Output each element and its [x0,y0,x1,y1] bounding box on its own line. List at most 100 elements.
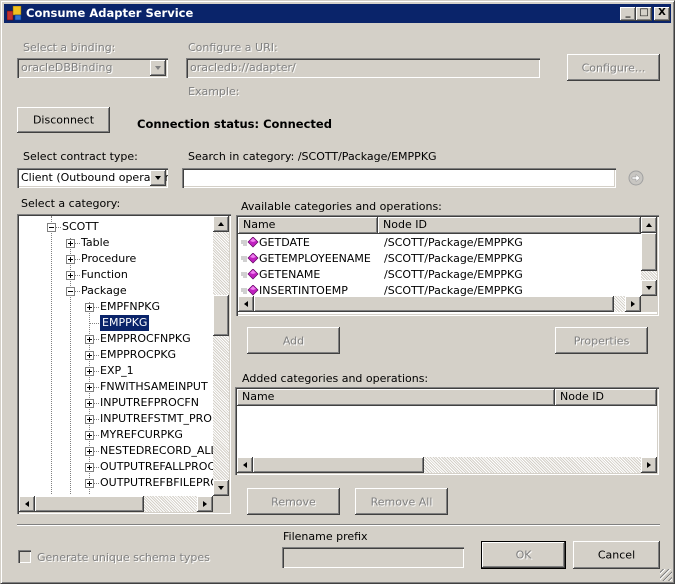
contract-dropdown-button[interactable] [150,170,166,186]
tree-item[interactable]: INPUTREFSTMT_PRO [19,411,213,427]
expand-icon[interactable] [85,431,94,440]
filename-prefix-label: Filename prefix [283,530,368,543]
tree-item[interactable]: EMPPROCFNPKG [19,331,213,347]
added-label: Added categories and operations: [242,372,429,385]
tree-item[interactable]: INPUTREFPROCFN [19,395,213,411]
expand-icon[interactable] [85,463,94,472]
collapse-icon[interactable] [47,223,56,232]
binding-dropdown-button[interactable] [150,60,166,76]
expand-icon[interactable] [85,479,94,488]
tree-item-label: Table [81,236,110,249]
expand-icon[interactable] [66,255,75,264]
tree-scroll-thumb[interactable] [213,295,229,336]
available-scroll-thumb[interactable] [641,233,657,271]
tree-vertical-scrollbar[interactable] [213,216,229,496]
properties-button[interactable]: Properties [555,327,648,354]
added-hscroll-thumb[interactable] [253,457,424,473]
category-tree[interactable]: SCOTT Table Procedure Function Package EMPFNP… [17,214,231,514]
scroll-right-button[interactable] [641,457,657,473]
tree-item[interactable]: Procedure [19,251,213,267]
available-hscroll-thumb[interactable] [254,296,614,312]
column-header-node-id[interactable]: Node ID [378,217,641,234]
maximize-button[interactable]: □ [636,7,652,21]
scroll-left-button[interactable] [19,496,35,512]
tree-item[interactable]: Table [19,235,213,251]
scroll-left-button[interactable] [238,296,254,312]
expand-icon[interactable] [66,239,75,248]
tree-item[interactable]: MYREFCURPKG [19,427,213,443]
table-row[interactable]: GETDATE/SCOTT/Package/EMPPKG [238,234,641,251]
table-row[interactable]: INSERTINTOEMP/SCOTT/Package/EMPPKG [238,282,641,296]
tree-item-label: INPUTREFPROCFN [100,396,199,409]
contract-type-select[interactable]: Client (Outbound operations) [17,168,168,188]
available-rows: GETDATE/SCOTT/Package/EMPPKG GETEMPLOYEEN… [238,234,641,296]
column-header-node-id[interactable]: Node ID [555,389,657,406]
added-horizontal-scrollbar[interactable] [237,457,657,473]
expand-icon[interactable] [85,303,94,312]
table-row[interactable]: GETEMPLOYEENAME/SCOTT/Package/EMPPKG [238,250,641,267]
arrow-down-icon [645,286,652,290]
scroll-up-button[interactable] [641,217,657,233]
scroll-up-button[interactable] [213,216,229,232]
expand-icon[interactable] [85,447,94,456]
generate-unique-checkbox[interactable] [18,550,31,563]
scroll-left-button[interactable] [237,457,253,473]
tree-item[interactable]: OUTPUTREFALLPROC [19,459,213,475]
tree-item[interactable]: Package [19,283,213,299]
expand-icon[interactable] [85,335,94,344]
arrow-left-icon [243,461,247,468]
tree-item[interactable]: EXP_1 [19,363,213,379]
tree-item-label: MYREFCURPKG [100,428,183,441]
tree-hscroll-thumb[interactable] [35,496,144,512]
expand-icon[interactable] [85,399,94,408]
collapse-icon[interactable] [66,287,75,296]
tree-item[interactable]: FNWITHSAMEINPUT [19,379,213,395]
configure-button[interactable]: Configure... [567,54,660,81]
tree-item[interactable]: EMPFNPKG [19,299,213,315]
filename-prefix-input[interactable] [282,547,464,568]
add-button[interactable]: Add [247,327,340,354]
remove-all-button[interactable]: Remove All [355,488,448,515]
tree-item[interactable]: Function [19,267,213,283]
tree-item[interactable]: NESTEDRECORD_ALL [19,443,213,459]
search-go-icon[interactable] [628,170,644,186]
title-bar[interactable]: Consume Adapter Service _ □ X [4,4,671,23]
minimize-button[interactable]: _ [620,7,636,21]
operation-name: INSERTINTOEMP [259,284,348,296]
available-operations-list[interactable]: Name Node ID GETDATE/SCOTT/Package/EMPPK… [236,215,659,316]
expand-icon[interactable] [85,351,94,360]
column-header-name[interactable]: Name [238,217,378,234]
resize-grip[interactable] [660,569,672,581]
operation-name: GETEMPLOYEENAME [259,252,371,265]
column-header-name[interactable]: Name [237,389,555,406]
expand-icon[interactable] [85,383,94,392]
contract-type-label: Select contract type: [23,150,138,163]
scroll-down-button[interactable] [213,480,229,496]
operation-name: GETDATE [259,236,310,249]
uri-input[interactable]: oracledb://adapter/ [186,58,540,78]
expand-icon[interactable] [85,367,94,376]
available-vertical-scrollbar[interactable] [641,217,657,296]
tree-item[interactable]: OUTPUTREFBLOBPRO [19,491,213,494]
expand-icon[interactable] [66,271,75,280]
binding-select[interactable]: oracleDBBinding [17,58,168,78]
expand-icon[interactable] [85,415,94,424]
tree-item[interactable]: OUTPUTREFBFILEPRO [19,475,213,491]
search-input[interactable] [182,168,616,188]
scroll-right-button[interactable] [197,496,213,512]
available-horizontal-scrollbar[interactable] [238,296,641,312]
tree-item[interactable]: EMPPROCPKG [19,347,213,363]
tree-horizontal-scrollbar[interactable] [19,496,213,512]
tree-item[interactable]: SCOTT [19,219,213,235]
cancel-button[interactable]: Cancel [573,541,660,569]
disconnect-button[interactable]: Disconnect [17,107,110,133]
tree-item[interactable]: EMPPKG [19,314,213,332]
added-operations-list[interactable]: Name Node ID [235,387,659,475]
scroll-right-button[interactable] [625,296,641,312]
scroll-down-button[interactable] [641,280,657,296]
remove-button[interactable]: Remove [247,488,340,515]
ok-button[interactable]: OK [481,541,566,569]
table-row[interactable]: GETENAME/SCOTT/Package/EMPPKG [238,266,641,283]
arrow-right-icon [631,300,635,307]
close-button[interactable]: X [654,7,670,21]
